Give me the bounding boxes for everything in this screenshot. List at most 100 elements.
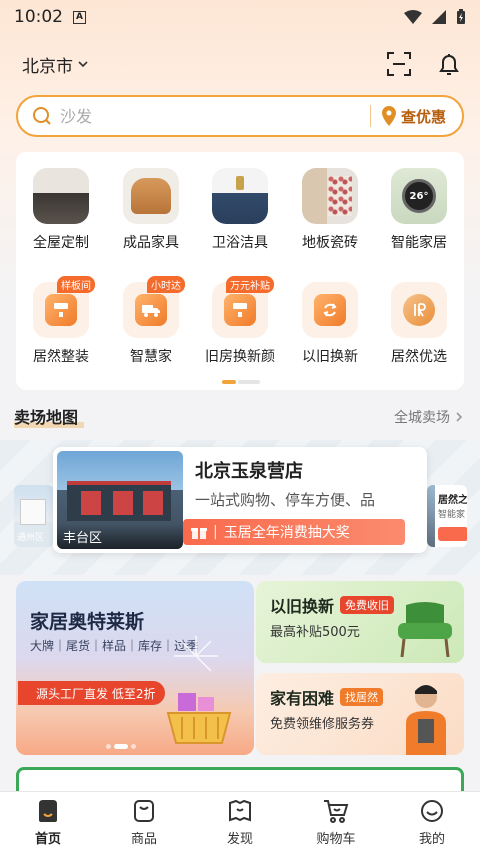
cart-icon bbox=[324, 800, 349, 823]
deal-button[interactable]: 查优惠 bbox=[381, 106, 456, 127]
scan-icon[interactable] bbox=[386, 51, 412, 77]
trade-in-subtitle: 最高补贴500元 bbox=[270, 625, 360, 640]
smart-home-image: 26° bbox=[391, 168, 447, 224]
tab-label: 首页 bbox=[34, 832, 61, 847]
category-smart-home[interactable]: 26° 智能家居 bbox=[379, 168, 459, 252]
deal-label: 查优惠 bbox=[400, 107, 446, 126]
store-card-left-district: 通州区 bbox=[17, 533, 45, 543]
outlet-banner[interactable]: 家居奥特莱斯 大牌｜尾货｜样品｜库存｜过季 源头工厂直发 低至2折 bbox=[16, 581, 254, 755]
status-bar: 10:02 A bbox=[0, 0, 480, 34]
notification-a-icon: A bbox=[73, 10, 86, 24]
service-tag: 万元补贴 bbox=[226, 276, 274, 293]
chevron-down-icon bbox=[78, 61, 88, 68]
repair-heading: 家有困难 找居然 bbox=[270, 685, 384, 709]
store-info: 北京玉泉营店 一站式购物、停车方便、品 | 玉居全年消费抽大奖 bbox=[183, 451, 423, 549]
tab-products[interactable]: 商品 bbox=[96, 792, 192, 853]
discover-icon bbox=[229, 799, 251, 822]
service-full-renovation[interactable]: 样板间 居然整装 bbox=[21, 276, 101, 366]
city-selector[interactable]: 北京市 bbox=[22, 52, 89, 77]
repair-worker-icon bbox=[406, 685, 446, 755]
location-pin-icon bbox=[381, 106, 396, 126]
paint-roller-icon bbox=[224, 294, 256, 326]
bottom-tab-bar: 首页 商品 发现 购物车 我的 bbox=[0, 791, 480, 853]
wifi-icon bbox=[404, 10, 422, 24]
fireworks-icon bbox=[174, 636, 218, 672]
outlet-page-indicator bbox=[106, 744, 136, 749]
tab-discover[interactable]: 发现 bbox=[192, 792, 288, 853]
category-label: 全屋定制 bbox=[33, 235, 89, 251]
category-label: 成品家具 bbox=[123, 235, 179, 251]
all-stores-link[interactable]: 全城卖场 bbox=[394, 407, 464, 427]
promo-strip[interactable] bbox=[16, 767, 464, 791]
page-dot-active bbox=[222, 380, 236, 384]
service-old-house-renew[interactable]: 万元补贴 旧房换新颜 bbox=[200, 276, 280, 366]
category-label: 智能家居 bbox=[391, 235, 447, 251]
store-district: 丰台区 bbox=[57, 524, 183, 549]
outlet-title: 家居奥特莱斯 bbox=[30, 611, 145, 633]
whole-house-custom-image bbox=[33, 168, 89, 224]
shopping-bag-icon bbox=[134, 800, 154, 822]
category-floor-tiles[interactable]: 地板瓷砖 bbox=[290, 168, 370, 252]
search-input[interactable] bbox=[60, 106, 370, 126]
repair-banner[interactable]: 家有困难 找居然 免费领维修服务券 bbox=[256, 673, 464, 755]
tab-profile[interactable]: 我的 bbox=[384, 792, 480, 853]
service-label: 以旧换新 bbox=[302, 349, 358, 365]
recycle-box-icon bbox=[314, 294, 346, 326]
category-furniture[interactable]: 成品家具 bbox=[111, 168, 191, 252]
service-label: 旧房换新颜 bbox=[205, 349, 275, 365]
repair-title: 家有困难 bbox=[270, 689, 335, 708]
trade-in-thumb bbox=[302, 282, 358, 338]
category-label: 卫浴洁具 bbox=[212, 235, 268, 251]
service-tag: 小时达 bbox=[147, 276, 185, 293]
floor-tiles-image bbox=[302, 168, 358, 224]
category-whole-house-custom[interactable]: 全屋定制 bbox=[21, 168, 101, 252]
search-bar: 查优惠 bbox=[16, 95, 464, 137]
signal-icon bbox=[432, 10, 446, 24]
trade-in-heading: 以旧换新 免费收旧 bbox=[270, 593, 395, 617]
gift-icon bbox=[191, 528, 207, 539]
armchair-icon bbox=[398, 602, 452, 658]
city-label: 北京市 bbox=[22, 56, 73, 77]
bell-icon[interactable] bbox=[436, 51, 462, 77]
category-label: 地板瓷砖 bbox=[302, 235, 358, 251]
store-card-right[interactable]: 居然之 智能家 bbox=[427, 485, 467, 547]
search-icon bbox=[33, 107, 51, 125]
service-trade-in[interactable]: 以旧换新 bbox=[290, 282, 370, 366]
category-bathroom[interactable]: 卫浴洁具 bbox=[200, 168, 280, 252]
top-header: 北京市 bbox=[22, 44, 462, 84]
category-card: 全屋定制 成品家具 卫浴洁具 地板瓷砖 26° 智能家居 样板间 居然整装 小时… bbox=[16, 152, 464, 390]
page-dot bbox=[238, 380, 260, 384]
store-card-left[interactable]: 通州区 bbox=[14, 485, 54, 547]
thermostat-value: 26° bbox=[402, 179, 436, 213]
store-photo: 丰台区 bbox=[57, 451, 183, 549]
store-promo-banner[interactable]: | 玉居全年消费抽大奖 bbox=[183, 519, 405, 545]
repair-subtitle: 免费领维修服务券 bbox=[270, 717, 375, 732]
premium-select-thumb bbox=[391, 282, 447, 338]
furniture-image bbox=[123, 168, 179, 224]
tab-home[interactable]: 首页 bbox=[0, 792, 96, 853]
store-name: 北京玉泉营店 bbox=[195, 461, 303, 482]
service-label: 居然优选 bbox=[391, 349, 447, 365]
store-card-right-title: 居然之 bbox=[438, 495, 467, 506]
trade-in-chip: 免费收旧 bbox=[340, 596, 395, 614]
truck-icon bbox=[135, 294, 167, 326]
trade-in-banner[interactable]: 以旧换新 免费收旧 最高补贴500元 bbox=[256, 581, 464, 663]
home-icon bbox=[39, 800, 57, 822]
service-label: 居然整装 bbox=[33, 349, 89, 365]
store-description: 一站式购物、停车方便、品 bbox=[195, 491, 376, 509]
tab-label: 商品 bbox=[130, 832, 157, 847]
service-premium-select[interactable]: 居然优选 bbox=[379, 282, 459, 366]
service-label: 智慧家 bbox=[130, 349, 172, 365]
tab-label: 发现 bbox=[226, 832, 253, 847]
smart-home-thumb: 小时达 bbox=[123, 276, 185, 338]
service-smart-home[interactable]: 小时达 智慧家 bbox=[111, 276, 191, 366]
tab-label: 我的 bbox=[418, 832, 445, 847]
all-stores-label: 全城卖场 bbox=[394, 410, 450, 426]
store-card-featured[interactable]: 丰台区 北京玉泉营店 一站式购物、停车方便、品 | 玉居全年消费抽大奖 bbox=[53, 447, 427, 553]
tab-cart[interactable]: 购物车 bbox=[288, 792, 384, 853]
service-tag: 样板间 bbox=[57, 276, 95, 293]
premium-logo-icon bbox=[403, 294, 435, 326]
store-card-right-subtitle: 智能家 bbox=[438, 510, 466, 520]
repair-chip: 找居然 bbox=[340, 688, 384, 706]
full-renovation-thumb: 样板间 bbox=[33, 276, 95, 338]
